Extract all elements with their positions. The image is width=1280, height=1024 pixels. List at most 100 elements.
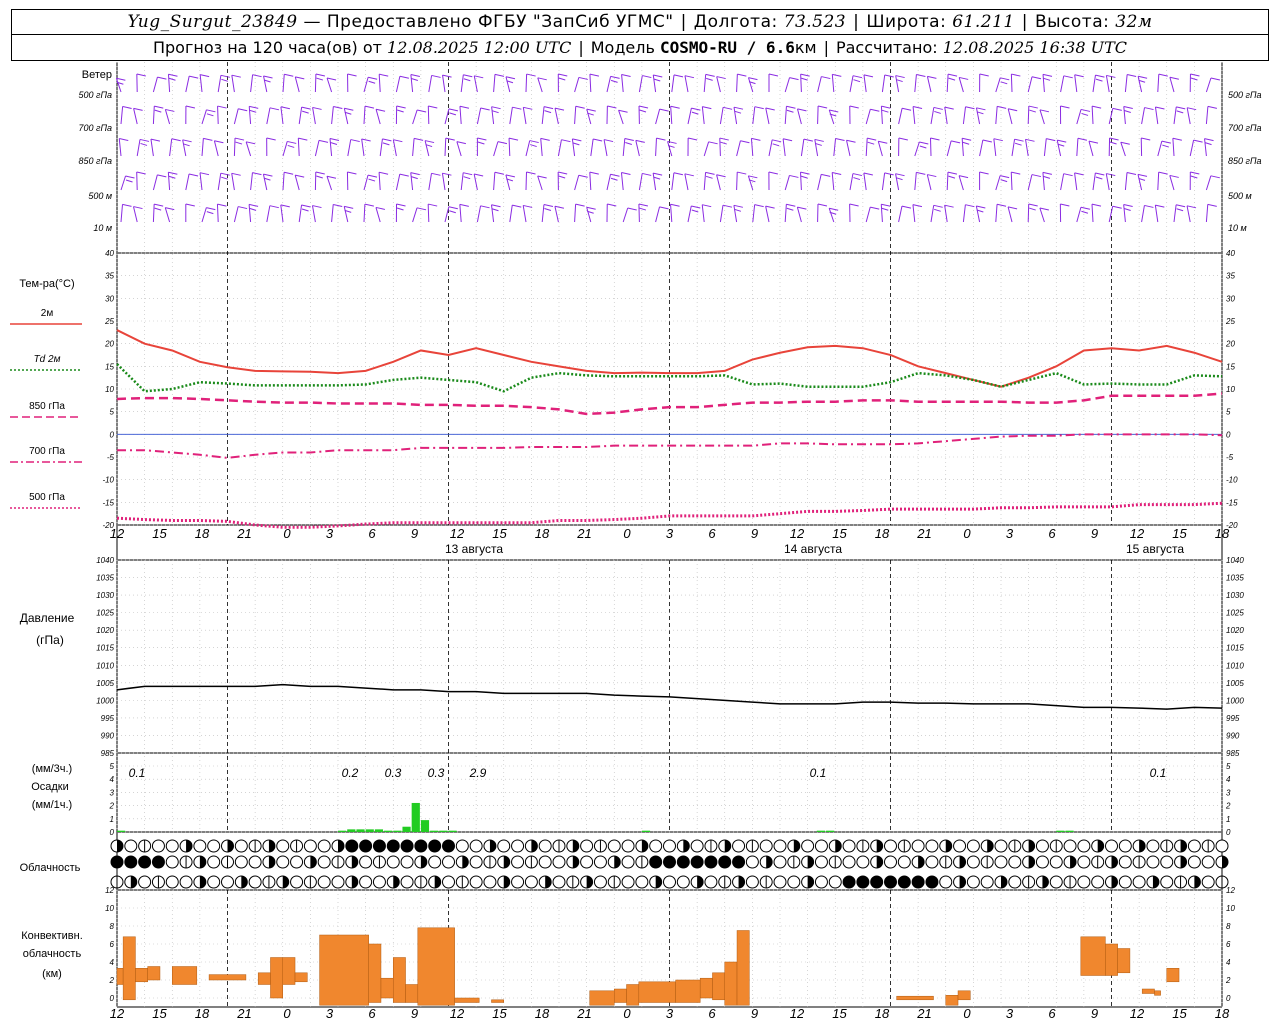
wind-barb-feather bbox=[1137, 173, 1148, 177]
wind-barb bbox=[378, 171, 389, 191]
cloud-symbol bbox=[538, 855, 552, 869]
wind-barb-feather bbox=[934, 208, 941, 212]
wind-barb-feather bbox=[817, 203, 828, 207]
wind-barb-feather bbox=[575, 203, 585, 207]
wind-barb-shaft bbox=[958, 175, 964, 191]
pressure-ytick-left: 1005 bbox=[96, 679, 114, 688]
hour-label: 15 bbox=[492, 526, 507, 541]
wind-barb bbox=[505, 174, 515, 191]
wind-barb bbox=[671, 172, 684, 191]
cloud-symbol bbox=[179, 855, 193, 869]
wind-barb-feather bbox=[586, 108, 596, 112]
wind-barb-shaft bbox=[441, 173, 446, 191]
cloud-fill-half bbox=[1111, 876, 1118, 888]
precip-total-label: 0.1 bbox=[129, 766, 146, 780]
wind-barb bbox=[1042, 171, 1053, 191]
wind-barb bbox=[995, 175, 1010, 191]
cloud-symbol bbox=[801, 875, 815, 889]
precip-bar bbox=[384, 830, 393, 832]
cloud-symbol bbox=[1049, 839, 1063, 853]
wind-barb bbox=[765, 107, 775, 125]
wind-barb bbox=[428, 74, 441, 93]
wind-barb-shaft bbox=[926, 174, 932, 191]
wind-barb bbox=[817, 203, 828, 223]
conv-bar bbox=[208, 974, 247, 981]
cloud-circle bbox=[372, 875, 386, 889]
wind-barb bbox=[395, 203, 406, 223]
wind-barb bbox=[979, 171, 989, 190]
cloud-symbol bbox=[469, 855, 483, 869]
pressure-ytick-right: 1020 bbox=[1226, 626, 1244, 635]
wind-barb-shaft bbox=[652, 74, 657, 93]
wind-barb-feather bbox=[252, 172, 262, 176]
wind-barb-shaft bbox=[314, 74, 317, 93]
wind-barb bbox=[1091, 105, 1102, 125]
wind-barb-feather bbox=[1204, 142, 1212, 146]
cloud-symbol bbox=[897, 875, 911, 889]
cloud-circle bbox=[884, 839, 897, 853]
wind-barb bbox=[995, 105, 1007, 125]
wind-barb-feather bbox=[653, 176, 661, 180]
wind-barb-feather bbox=[367, 174, 378, 178]
wind-barb-feather bbox=[901, 205, 912, 209]
wind-barb-feather bbox=[249, 207, 257, 211]
wind-barb bbox=[1056, 139, 1067, 157]
wind-barb bbox=[493, 73, 505, 93]
cloud-circle bbox=[455, 839, 469, 853]
cloud-circle bbox=[828, 875, 842, 889]
wind-level-left: 850 гПа bbox=[79, 156, 112, 166]
cloud-circle bbox=[151, 839, 165, 853]
wind-barb bbox=[828, 109, 839, 125]
wind-barb bbox=[444, 137, 455, 157]
wind-barb-feather bbox=[231, 74, 241, 78]
conv-ytick-right: 12 bbox=[1226, 886, 1235, 895]
cloud-fill-half bbox=[614, 856, 621, 868]
wind-barb-shaft bbox=[800, 139, 805, 157]
wind-barb-feather bbox=[543, 204, 554, 208]
wind-barb bbox=[263, 75, 273, 93]
wind-barb-feather bbox=[491, 208, 499, 212]
wind-barb-shaft bbox=[164, 109, 171, 125]
wind-barb-feather bbox=[867, 141, 875, 145]
wind-barb-shaft bbox=[476, 107, 482, 125]
wind-barb-feather bbox=[459, 203, 469, 207]
wind-barb-shaft bbox=[975, 205, 981, 223]
wind-barb bbox=[752, 204, 764, 223]
wind-barb-feather bbox=[853, 79, 861, 83]
wind-barb-feather bbox=[396, 207, 404, 211]
wind-barb-feather bbox=[993, 138, 1003, 142]
wind-barb-feather bbox=[1109, 137, 1119, 141]
wind-barb-shaft bbox=[375, 207, 381, 223]
wind-barb bbox=[201, 109, 216, 125]
wind-barb-shaft bbox=[444, 138, 447, 157]
cloud-fill-half bbox=[1028, 856, 1035, 868]
wind-barb-feather bbox=[1161, 140, 1171, 144]
cloud-symbol bbox=[179, 839, 193, 853]
wind-barb-feather bbox=[748, 77, 758, 81]
cloud-symbol bbox=[884, 855, 897, 869]
wind-barb-shaft bbox=[185, 76, 190, 93]
wind-barb-shaft bbox=[363, 77, 369, 93]
wind-barb-feather bbox=[157, 174, 167, 178]
conv-bar bbox=[417, 927, 455, 1006]
pressure-ytick-left: 1025 bbox=[96, 609, 114, 618]
wind-barb-feather bbox=[368, 76, 378, 80]
wind-barb-feather bbox=[491, 204, 501, 208]
wind-barb bbox=[493, 171, 504, 191]
wind-barb bbox=[120, 203, 132, 223]
wind-barb bbox=[929, 137, 940, 157]
temp-ytick-right: 5 bbox=[1226, 408, 1231, 417]
cloud-fill-half bbox=[876, 840, 883, 852]
wind-barb-feather bbox=[122, 105, 132, 109]
wind-barb bbox=[782, 138, 793, 157]
wind-barb-feather bbox=[733, 204, 744, 208]
wind-barb-shaft bbox=[493, 141, 499, 157]
wind-barb-shaft bbox=[522, 205, 527, 223]
temp-ytick-right: 25 bbox=[1225, 317, 1235, 326]
cloud-symbol bbox=[566, 875, 580, 889]
wind-barb-feather bbox=[1155, 204, 1165, 208]
wind-barb-feather bbox=[399, 75, 409, 79]
cloud-fill-half bbox=[420, 856, 427, 868]
wind-barb-shaft bbox=[1124, 74, 1128, 93]
wind-barb-feather bbox=[1025, 138, 1035, 142]
